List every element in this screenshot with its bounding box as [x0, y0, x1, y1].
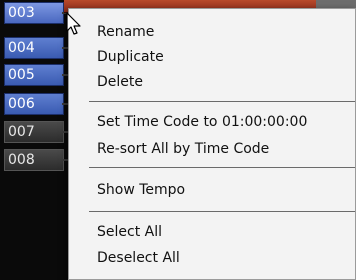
track-number: 003: [8, 5, 35, 21]
track-number: 005: [8, 67, 35, 83]
track-row-005[interactable]: 005: [4, 64, 64, 86]
track-row-007[interactable]: 007: [4, 121, 64, 143]
menu-item-resort-by-time-code[interactable]: Re-sort All by Time Code: [97, 140, 269, 158]
track-number: 008: [8, 152, 35, 168]
menu-separator: [89, 211, 355, 212]
menu-item-deselect-all[interactable]: Deselect All: [97, 249, 180, 267]
track-row-006[interactable]: 006: [4, 93, 64, 115]
track-row-008[interactable]: 008: [4, 149, 64, 171]
menu-item-set-time-code[interactable]: Set Time Code to 01:00:00:00: [97, 113, 307, 131]
track-number: 006: [8, 96, 35, 112]
menu-item-delete[interactable]: Delete: [97, 73, 143, 91]
context-menu: Rename Duplicate Delete Set Time Code to…: [68, 8, 356, 280]
menu-item-show-tempo[interactable]: Show Tempo: [97, 181, 185, 199]
track-row-004[interactable]: 004: [4, 37, 64, 59]
menu-item-duplicate[interactable]: Duplicate: [97, 48, 164, 66]
track-number: 007: [8, 124, 35, 140]
mouse-pointer-icon: [66, 12, 81, 35]
menu-item-rename[interactable]: Rename: [97, 23, 154, 41]
menu-item-select-all[interactable]: Select All: [97, 223, 162, 241]
track-row-003[interactable]: 003: [4, 2, 64, 24]
menu-separator: [89, 101, 355, 102]
menu-separator: [89, 167, 355, 168]
track-number: 004: [8, 40, 35, 56]
